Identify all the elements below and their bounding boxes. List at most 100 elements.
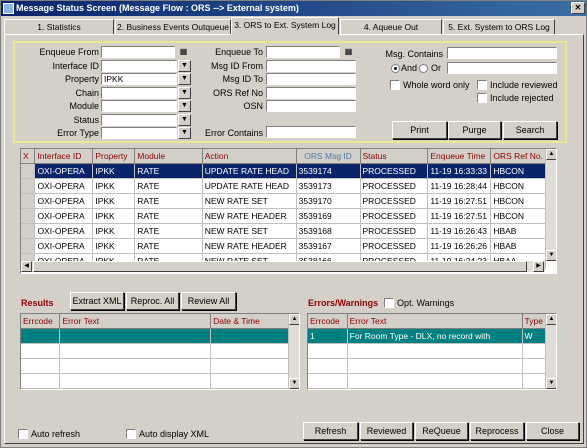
- column-header[interactable]: Property: [92, 149, 136, 164]
- results-vertical-scrollbar[interactable]: ▲ ▼: [288, 314, 299, 389]
- tab-business-events-outqueue[interactable]: 2. Business Events Outqueue: [115, 19, 231, 35]
- column-header[interactable]: Action: [202, 149, 297, 164]
- tab-ext-system-to-ors-log[interactable]: 5. Ext. System to ORS Log: [443, 19, 555, 35]
- scroll-up-icon[interactable]: ▲: [289, 314, 299, 325]
- module-dropdown-icon[interactable]: ▼: [178, 100, 191, 112]
- property-dropdown-icon[interactable]: ▼: [178, 73, 191, 85]
- column-header[interactable]: Module: [134, 149, 203, 164]
- table-vertical-scrollbar[interactable]: ▲ ▼: [545, 149, 556, 261]
- chain-field[interactable]: [101, 87, 177, 99]
- refresh-button[interactable]: Refresh: [303, 422, 358, 440]
- reviewed-button[interactable]: Reviewed: [360, 422, 413, 440]
- reprocess-button[interactable]: Reprocess: [470, 422, 524, 440]
- include-reviewed-label: Include reviewed: [490, 80, 558, 90]
- table-row[interactable]: [308, 358, 547, 374]
- interface-id-field[interactable]: [101, 60, 177, 72]
- table-row[interactable]: [21, 358, 289, 374]
- enqueue-to-field[interactable]: [266, 46, 340, 58]
- osn-field[interactable]: [266, 100, 356, 112]
- close-icon[interactable]: ✕: [571, 2, 585, 14]
- review-all-button[interactable]: Review All: [181, 292, 236, 310]
- table-row[interactable]: OXI-OPERA IPKK RATE NEW RATE SET 3539168…: [21, 223, 546, 239]
- and-radio[interactable]: [391, 64, 400, 73]
- close-button[interactable]: Close: [526, 422, 579, 440]
- msg-id-from-field[interactable]: [266, 60, 356, 72]
- scroll-thumb[interactable]: [33, 261, 527, 272]
- extract-xml-button[interactable]: Extract XML: [70, 292, 124, 310]
- cell-interface-id: OXI-OPERA: [34, 208, 94, 224]
- column-header[interactable]: Errcode: [308, 314, 348, 329]
- table-row[interactable]: [21, 328, 289, 344]
- table-row[interactable]: 1 For Room Type - DLX, no record with W: [308, 328, 547, 344]
- scroll-down-icon[interactable]: ▼: [546, 378, 556, 389]
- ors-ref-no-field[interactable]: [266, 87, 356, 99]
- scroll-down-icon[interactable]: ▼: [289, 378, 299, 389]
- table-row[interactable]: [308, 343, 547, 359]
- calendar-icon[interactable]: ▦: [342, 46, 355, 58]
- interface-id-dropdown-icon[interactable]: ▼: [178, 60, 191, 72]
- error-type-field[interactable]: [101, 127, 177, 139]
- column-header[interactable]: Error Text: [59, 314, 212, 329]
- column-header[interactable]: Enqueue Time: [427, 149, 492, 164]
- include-rejected-checkbox[interactable]: [477, 93, 487, 103]
- enqueue-from-field[interactable]: [101, 46, 175, 58]
- column-header[interactable]: Type: [522, 314, 547, 329]
- cell-enqueue-time: 11-19 16:33:33: [427, 163, 492, 179]
- search-button[interactable]: Search: [503, 121, 557, 139]
- table-row[interactable]: [21, 343, 289, 359]
- tab-aqueue-out[interactable]: 4. Aqueue Out: [340, 19, 442, 35]
- cell-ors-msg-id: 3539167: [296, 238, 361, 254]
- column-header[interactable]: X: [21, 149, 36, 164]
- chain-dropdown-icon[interactable]: ▼: [178, 87, 191, 99]
- scroll-right-icon[interactable]: ▶: [533, 261, 544, 272]
- status-label: Status: [73, 115, 99, 125]
- error-contains-field[interactable]: [266, 126, 356, 138]
- column-header[interactable]: Interface ID: [34, 149, 94, 164]
- column-header[interactable]: ORS Msg ID: [296, 149, 361, 164]
- cell-ors-ref-no: HBCON: [490, 163, 546, 179]
- column-header[interactable]: Status: [360, 149, 429, 164]
- msg-id-to-field[interactable]: [266, 73, 356, 85]
- purge-button[interactable]: Purge: [448, 121, 501, 139]
- auto-display-xml-checkbox[interactable]: [126, 429, 136, 439]
- scroll-down-icon[interactable]: ▼: [546, 250, 556, 261]
- column-header[interactable]: ORS Ref No.: [490, 149, 546, 164]
- module-field[interactable]: [101, 100, 177, 112]
- column-header[interactable]: Date & Time: [210, 314, 289, 329]
- cell-errcode: 1: [308, 328, 348, 344]
- table-row[interactable]: OXI-OPERA IPKK RATE NEW RATE SET 3539170…: [21, 193, 546, 209]
- calendar-icon[interactable]: ▦: [177, 46, 190, 58]
- auto-refresh-checkbox[interactable]: [18, 429, 28, 439]
- or-radio[interactable]: [419, 64, 428, 73]
- table-row[interactable]: OXI-OPERA IPKK RATE UPDATE RATE HEAD 353…: [21, 163, 546, 179]
- tab-ors-to-ext-system-log[interactable]: 3. ORS to Ext. System Log: [231, 17, 339, 35]
- error-type-dropdown-icon[interactable]: ▼: [178, 127, 191, 139]
- table-row[interactable]: [308, 373, 547, 389]
- table-row[interactable]: OXI-OPERA IPKK RATE UPDATE RATE HEAD 353…: [21, 178, 546, 194]
- cell-enqueue-time: 11-19 16:26:43: [427, 223, 492, 239]
- scroll-left-icon[interactable]: ◀: [21, 261, 32, 272]
- column-header[interactable]: Error Text: [347, 314, 523, 329]
- whole-word-only-checkbox[interactable]: [390, 80, 400, 90]
- tab-statistics[interactable]: 1. Statistics: [4, 19, 114, 35]
- errors-vertical-scrollbar[interactable]: ▲ ▼: [545, 314, 556, 389]
- scroll-up-icon[interactable]: ▲: [546, 149, 556, 160]
- msg-contains-field[interactable]: [447, 47, 557, 59]
- requeue-button[interactable]: ReQueue: [415, 422, 468, 440]
- column-header[interactable]: Errcode: [21, 314, 61, 329]
- table-row[interactable]: OXI-OPERA IPKK RATE NEW RATE HEADER 3539…: [21, 208, 546, 224]
- message-table: X Interface ID Property Module Action OR…: [20, 148, 557, 274]
- msg-contains-field-2[interactable]: [447, 62, 557, 74]
- include-reviewed-checkbox[interactable]: [477, 80, 487, 90]
- table-horizontal-scrollbar[interactable]: ◀ ▶: [21, 261, 545, 272]
- table-row[interactable]: [21, 373, 289, 389]
- opt-warnings-checkbox[interactable]: [384, 298, 394, 308]
- reproc-all-button[interactable]: Reproc. All: [126, 292, 179, 310]
- status-field[interactable]: [101, 114, 177, 126]
- print-button[interactable]: Print: [392, 121, 447, 139]
- status-dropdown-icon[interactable]: ▼: [178, 114, 191, 126]
- cell-ors-ref-no: HBCON: [490, 208, 546, 224]
- table-row[interactable]: OXI-OPERA IPKK RATE NEW RATE HEADER 3539…: [21, 238, 546, 254]
- scroll-up-icon[interactable]: ▲: [546, 314, 556, 325]
- property-field[interactable]: IPKK: [101, 73, 177, 85]
